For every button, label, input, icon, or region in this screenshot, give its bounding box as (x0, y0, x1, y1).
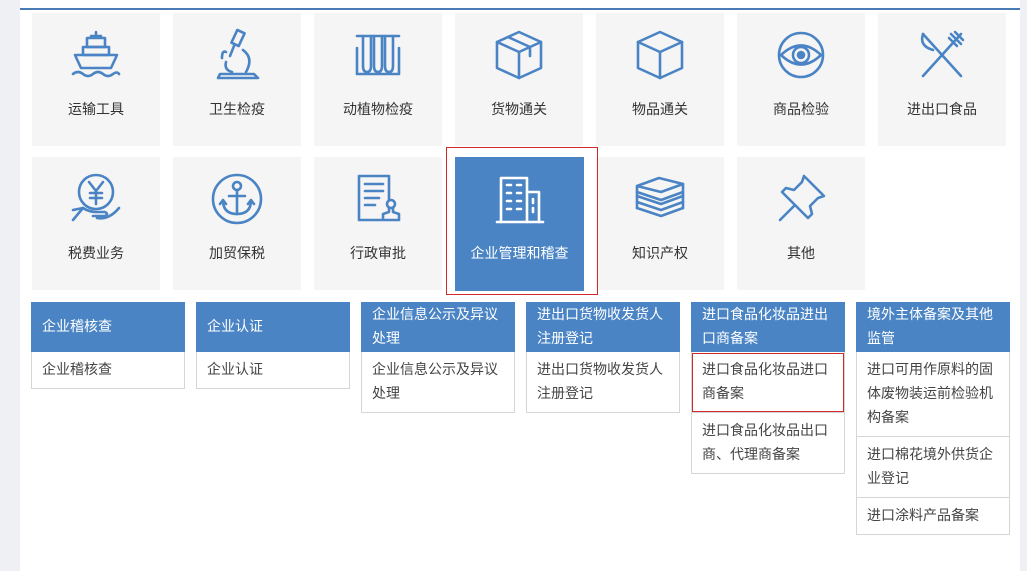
microscope-icon (209, 27, 265, 83)
cube-icon (632, 27, 688, 83)
tile-tax-business[interactable]: 税费业务 (32, 157, 160, 290)
ship-icon (68, 27, 124, 83)
tile-label: 其他 (787, 246, 815, 262)
tile-goods-clearance[interactable]: 货物通关 (455, 13, 583, 146)
document-stamp-icon (350, 171, 406, 227)
column-header[interactable]: 企业信息公示及异议处理 (361, 302, 515, 352)
list-item[interactable]: 进口可用作原料的固体废物装运前检验机构备案 (856, 352, 1010, 437)
tile-label: 加贸保税 (209, 246, 265, 262)
top-divider (20, 8, 1020, 10)
tile-label: 商品检验 (773, 102, 829, 118)
submenu-column-certification: 企业认证 企业认证 (196, 302, 350, 389)
list-item[interactable]: 企业信息公示及异议处理 (361, 352, 515, 413)
column-header[interactable]: 企业稽核查 (31, 302, 185, 352)
column-header[interactable]: 境外主体备案及其他监管 (856, 302, 1010, 352)
submenu-column-overseas-entity: 境外主体备案及其他监管 进口可用作原料的固体废物装运前检验机构备案 进口棉花境外… (856, 302, 1010, 535)
list-item[interactable]: 进出口货物收发货人注册登记 (526, 352, 680, 413)
tile-animal-plant-quarantine[interactable]: 动植物检疫 (314, 13, 442, 146)
tile-other[interactable]: 其他 (737, 157, 865, 290)
column-header[interactable]: 企业认证 (196, 302, 350, 352)
submenu-column-food-cosmetics-filing: 进口食品化妆品进出口商备案 进口食品化妆品进口商备案 进口食品化妆品出口商、代理… (691, 302, 845, 474)
tile-commodity-inspection[interactable]: 商品检验 (737, 13, 865, 146)
test-tubes-icon (350, 27, 406, 83)
tile-label: 卫生检疫 (209, 102, 265, 118)
package-box-icon (491, 27, 547, 83)
tile-label: 税费业务 (68, 246, 124, 262)
tile-processing-bonded[interactable]: 加贸保税 (173, 157, 301, 290)
tile-transport[interactable]: 运输工具 (32, 13, 160, 146)
eye-icon (773, 27, 829, 83)
tile-label: 进出口食品 (907, 102, 977, 118)
fork-knife-icon (914, 27, 970, 83)
yen-hand-icon (68, 171, 124, 227)
tile-health-quarantine[interactable]: 卫生检疫 (173, 13, 301, 146)
tile-label: 知识产权 (632, 246, 688, 262)
anchor-icon (209, 171, 265, 227)
submenu-column-audit: 企业稽核查 企业稽核查 (31, 302, 185, 389)
tile-label: 行政审批 (350, 246, 406, 262)
tile-administrative-approval[interactable]: 行政审批 (314, 157, 442, 290)
tile-label: 动植物检疫 (343, 102, 413, 118)
tile-label: 企业管理和稽查 (470, 246, 569, 262)
tile-label: 货物通关 (491, 102, 547, 118)
submenu-column-consignee-registration: 进出口货物收发货人注册登记 进出口货物收发货人注册登记 (526, 302, 680, 413)
books-icon (632, 171, 688, 227)
list-item[interactable]: 进口棉花境外供货企业登记 (856, 437, 1010, 498)
column-header[interactable]: 进口食品化妆品进出口商备案 (691, 302, 845, 352)
tile-label: 物品通关 (632, 102, 688, 118)
tile-import-export-food[interactable]: 进出口食品 (878, 13, 1006, 146)
building-icon (492, 171, 548, 227)
list-item[interactable]: 进口涂料产品备案 (856, 498, 1010, 535)
list-item[interactable]: 企业认证 (196, 352, 350, 389)
list-item[interactable]: 企业稽核查 (31, 352, 185, 389)
submenu-column-info-disclosure: 企业信息公示及异议处理 企业信息公示及异议处理 (361, 302, 515, 413)
list-item-highlighted[interactable]: 进口食品化妆品进口商备案 (691, 352, 845, 413)
tile-label: 运输工具 (68, 102, 124, 118)
tile-intellectual-property[interactable]: 知识产权 (596, 157, 724, 290)
column-header[interactable]: 进出口货物收发货人注册登记 (526, 302, 680, 352)
tile-enterprise-management[interactable]: 企业管理和稽查 (455, 157, 584, 291)
list-item[interactable]: 进口食品化妆品出口商、代理商备案 (691, 413, 845, 474)
pushpin-icon (773, 171, 829, 227)
tile-items-clearance[interactable]: 物品通关 (596, 13, 724, 146)
